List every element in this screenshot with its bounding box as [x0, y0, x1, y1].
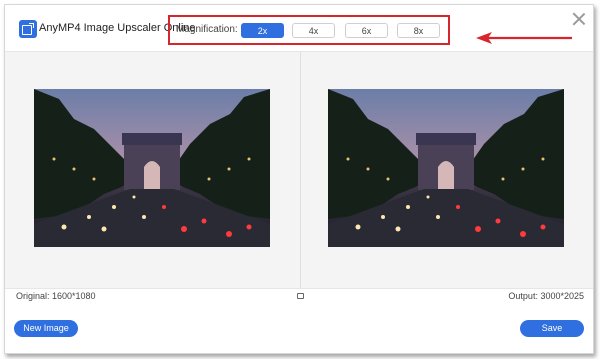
magnification-2x-button[interactable]: 2x: [241, 23, 284, 38]
header: AnyMP4 Image Upscaler Online Magnificati…: [5, 5, 593, 51]
close-icon[interactable]: [572, 12, 586, 26]
save-button[interactable]: Save: [520, 320, 584, 337]
magnification-4x-button[interactable]: 4x: [292, 23, 335, 38]
output-resolution: Output: 3000*2025: [508, 291, 584, 301]
new-image-button[interactable]: New Image: [14, 320, 78, 337]
preview-area: [5, 51, 593, 289]
output-image: [328, 89, 564, 247]
magnification-6x-button[interactable]: 6x: [345, 23, 388, 38]
original-resolution: Original: 1600*1080: [16, 291, 96, 301]
magnification-label: Magnification:: [176, 24, 238, 35]
original-image: [34, 89, 270, 247]
magnification-8x-button[interactable]: 8x: [397, 23, 440, 38]
red-arrow-icon: [476, 32, 572, 44]
magnification-panel: Magnification: 2x 4x 6x 8x: [168, 15, 450, 45]
compare-icon[interactable]: [297, 293, 304, 299]
app-logo-icon: [19, 20, 37, 38]
preview-divider: [300, 52, 301, 288]
upscaler-dialog: AnyMP4 Image Upscaler Online Magnificati…: [4, 4, 594, 354]
